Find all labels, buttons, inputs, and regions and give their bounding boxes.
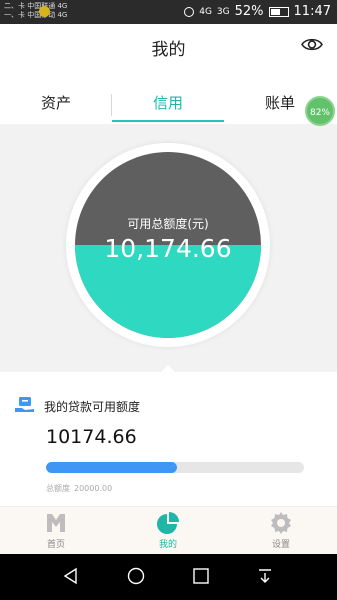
notification-icon bbox=[39, 6, 50, 17]
nav-home-label: 首页 bbox=[46, 540, 65, 550]
carrier-line-2: 一、卡 中国移动 4G bbox=[4, 11, 68, 19]
total-limit-label: 总额度 bbox=[46, 484, 70, 493]
signal-4g-icon: 4G bbox=[199, 7, 212, 17]
total-limit-value: 20000.00 bbox=[74, 484, 113, 493]
home-m-icon bbox=[47, 514, 65, 532]
gauge-circle: 可用总额度(元) 10,174.66 bbox=[75, 152, 261, 338]
status-indicators: 4G 3G 52% 11:47 bbox=[184, 4, 331, 20]
app-header: 我的 bbox=[0, 24, 337, 66]
active-tab-indicator bbox=[112, 120, 224, 122]
nav-mine[interactable]: 我的 bbox=[138, 511, 198, 550]
nav-settings[interactable]: 设置 bbox=[251, 511, 311, 550]
nav-settings-label: 设置 bbox=[271, 540, 290, 550]
clock-time: 11:47 bbox=[293, 4, 331, 19]
pie-chart-icon bbox=[157, 512, 179, 534]
tab-credit[interactable]: 信用 bbox=[112, 92, 224, 113]
carrier-line-1: 二、卡 中国联通 4G bbox=[4, 2, 68, 10]
nav-home[interactable]: 首页 bbox=[26, 511, 86, 550]
notification-pulldown-icon[interactable] bbox=[256, 567, 274, 585]
total-limit: 总额度 20000.00 bbox=[46, 483, 112, 494]
loan-title: 我的贷款可用额度 bbox=[44, 400, 141, 414]
battery-percent: 52% bbox=[234, 4, 264, 19]
tab-divider bbox=[111, 94, 112, 116]
gauge-value: 10,174.66 bbox=[104, 234, 232, 263]
loan-hand-icon bbox=[15, 397, 34, 412]
bottom-nav: 首页 我的 设置 bbox=[0, 506, 337, 555]
gear-icon bbox=[271, 512, 291, 534]
signal-3g-icon: 3G bbox=[216, 7, 230, 17]
home-icon[interactable] bbox=[127, 567, 145, 585]
recent-apps-icon[interactable] bbox=[192, 567, 210, 585]
carrier-info: 二、卡 中国联通 4G 一、卡 中国移动 4G bbox=[4, 2, 67, 20]
loan-progress-bar bbox=[46, 462, 304, 473]
status-bar: 二、卡 中国联通 4G 一、卡 中国移动 4G 4G 3G 52% 11:47 bbox=[0, 0, 337, 24]
nav-mine-label: 我的 bbox=[158, 540, 177, 550]
loan-progress-fill bbox=[46, 462, 178, 473]
loan-card[interactable]: 我的贷款可用额度 10174.66 总额度 20000.00 bbox=[0, 372, 337, 510]
system-nav-bar bbox=[0, 554, 337, 600]
tab-bar: 资产 信用 账单 bbox=[0, 66, 337, 124]
floating-badge[interactable]: 82% bbox=[305, 96, 335, 126]
page-title: 我的 bbox=[151, 40, 186, 60]
tab-assets[interactable]: 资产 bbox=[0, 92, 112, 113]
battery-icon bbox=[268, 7, 289, 17]
loan-amount: 10174.66 bbox=[46, 426, 137, 448]
alarm-icon bbox=[184, 7, 195, 17]
back-icon[interactable] bbox=[62, 567, 80, 585]
eye-icon[interactable] bbox=[301, 37, 323, 52]
credit-gauge: 可用总额度(元) 10,174.66 bbox=[66, 143, 270, 347]
gauge-label: 可用总额度(元) bbox=[127, 217, 209, 231]
